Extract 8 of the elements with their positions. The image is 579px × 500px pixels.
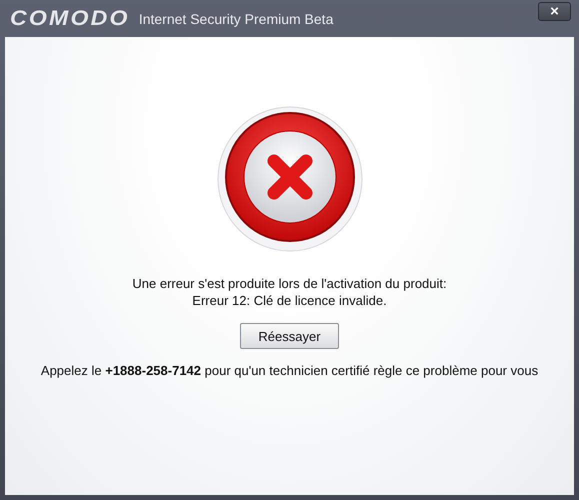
window-title: Internet Security Premium Beta: [138, 10, 334, 26]
close-button[interactable]: ×: [538, 2, 571, 21]
logo: COMODO: [10, 6, 130, 30]
retry-button[interactable]: Réessayer: [240, 323, 339, 349]
error-message: Erreur 12: Clé de licence invalide.: [192, 292, 387, 309]
error-message: Une erreur s'est produite lors de l'activation du produit:: [132, 275, 447, 292]
error-icon: [216, 105, 364, 253]
support-text: Appelez le +1888-258-7142 pour qu'un technicien certifié règle ce problème pour vous: [40, 363, 538, 378]
